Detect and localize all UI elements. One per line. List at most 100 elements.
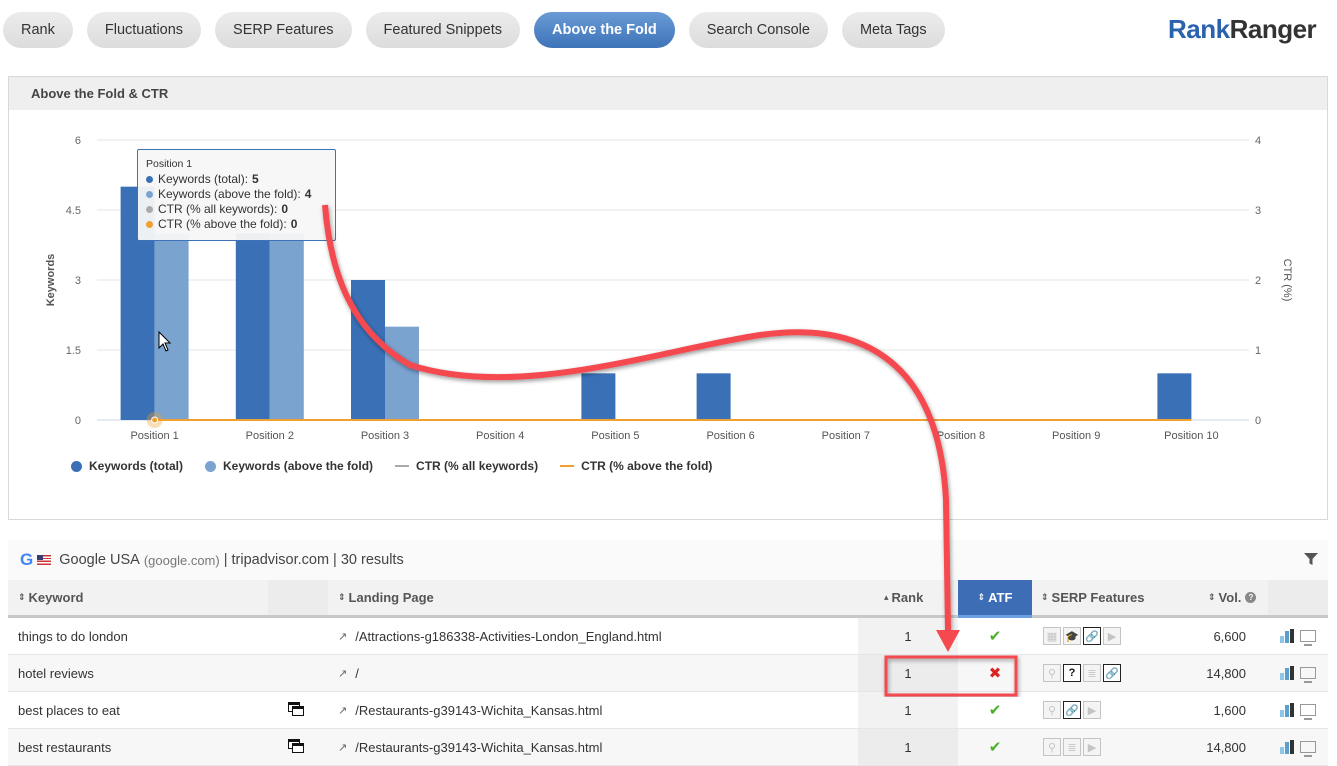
video-icon[interactable]: ▶	[1083, 701, 1101, 719]
desktop-icon[interactable]	[1300, 667, 1316, 683]
legend-item-keywords-atf[interactable]: Keywords (above the fold)	[205, 459, 373, 473]
atf-cell: ✔	[958, 729, 1032, 765]
column-serp-features[interactable]: ⇕ SERP Features	[1041, 580, 1145, 615]
bar-chart-icon[interactable]	[1280, 629, 1294, 643]
tooltip-label: CTR (% all keywords):	[158, 202, 278, 216]
bar-chart-icon[interactable]	[1280, 740, 1294, 754]
link-icon[interactable]: 🔗	[1103, 664, 1121, 682]
legend-item-keywords-total[interactable]: Keywords (total)	[71, 459, 183, 473]
table-row[interactable]: best restaurants ↗ /Restaurants-g39143-Wi…	[8, 729, 1328, 766]
column-keyword[interactable]: ⇕ Keyword	[18, 580, 83, 615]
education-icon[interactable]: 🎓	[1063, 627, 1081, 645]
y2-tick-label: 3	[1255, 205, 1261, 217]
tooltip-label: Keywords (above the fold):	[158, 187, 301, 201]
series-dot-icon	[146, 191, 153, 198]
sort-icon: ⇕	[1208, 592, 1216, 602]
tab-fluctuations[interactable]: Fluctuations	[86, 12, 202, 48]
column-landing-page[interactable]: ⇕ Landing Page	[338, 580, 434, 615]
question-icon[interactable]: ?	[1063, 664, 1081, 682]
sort-asc-icon: ▴	[884, 592, 889, 602]
map-pin-icon[interactable]: ⚲	[1043, 664, 1061, 682]
volume-cell: 14,800	[1168, 655, 1246, 691]
duplicate-cell	[288, 692, 306, 728]
link-icon[interactable]: 🔗	[1083, 627, 1101, 645]
duplicate-pages-icon[interactable]	[288, 702, 306, 718]
volume-cell: 6,600	[1168, 618, 1246, 654]
tab-serp-features[interactable]: SERP Features	[215, 12, 352, 48]
column-atf[interactable]: ⇕ ATF	[958, 580, 1032, 618]
image-pack-icon[interactable]: ▦	[1043, 627, 1061, 645]
keyword-text: best restaurants	[18, 739, 112, 755]
external-link-icon[interactable]: ↗	[338, 704, 347, 717]
landing-page-link[interactable]: /Restaurants-g39143-Wichita_Kansas.html	[355, 703, 602, 718]
keyword-cell: things to do london	[18, 618, 128, 654]
column-volume[interactable]: ⇕ Vol.?	[1208, 580, 1257, 615]
legend-item-ctr-all[interactable]: CTR (% all keywords)	[395, 459, 538, 473]
atf-cell: ✔	[958, 692, 1032, 728]
actions-cell	[1280, 729, 1316, 765]
map-pin-icon[interactable]: ⚲	[1043, 701, 1061, 719]
x-tick-label: Position 7	[822, 430, 870, 442]
y-tick-label: 4.5	[66, 205, 81, 217]
tooltip-value: 4	[304, 187, 312, 201]
landing-page-cell: ↗ /Attractions-g186338-Activities-London_…	[338, 618, 662, 654]
news-icon[interactable]: ≣	[1063, 738, 1081, 756]
atf-ctr-chart: 01.534.5601234Keywords CTR (%)Position 1P…	[45, 135, 1293, 442]
volume-value: 14,800	[1206, 665, 1246, 681]
rank-cell: 1	[858, 729, 958, 765]
table-row[interactable]: best places to eat ↗ /Restaurants-g39143-…	[8, 692, 1328, 729]
y-axis-title: Keywords	[45, 254, 57, 307]
landing-page-link[interactable]: /Restaurants-g39143-Wichita_Kansas.html	[355, 740, 602, 755]
table-row[interactable]: hotel reviews ↗/ 1 ✖ ⚲? ≣ 🔗 14,800	[8, 655, 1328, 692]
map-pin-icon[interactable]: ⚲	[1043, 738, 1061, 756]
legend-label: CTR (% above the fold)	[581, 459, 713, 473]
volume-cell: 14,800	[1168, 729, 1246, 765]
desktop-icon[interactable]	[1300, 741, 1316, 757]
bar-chart-icon[interactable]	[1280, 666, 1294, 680]
tooltip-row: Keywords (total): 5	[146, 172, 327, 187]
table-row[interactable]: things to do london ↗ /Attractions-g18633…	[8, 618, 1328, 655]
serp-features-cell: ⚲? ≣ 🔗	[1043, 655, 1123, 691]
external-link-icon[interactable]: ↗	[338, 667, 347, 680]
news-icon[interactable]: ≣	[1083, 664, 1101, 682]
desktop-icon[interactable]	[1300, 630, 1316, 646]
tab-meta-tags[interactable]: Meta Tags	[841, 12, 945, 48]
column-rank[interactable]: ▴ Rank	[884, 580, 923, 615]
video-icon[interactable]: ▶	[1103, 627, 1121, 645]
help-icon[interactable]: ?	[1245, 592, 1257, 603]
legend-line-icon	[560, 465, 575, 467]
x-tick-label: Position 6	[706, 430, 754, 442]
tab-featured-snippets[interactable]: Featured Snippets	[365, 12, 521, 48]
tab-search-console[interactable]: Search Console	[688, 12, 828, 48]
tab-above-the-fold[interactable]: Above the Fold	[534, 12, 675, 48]
filter-icon[interactable]	[1304, 552, 1318, 566]
link-icon[interactable]: 🔗	[1063, 701, 1081, 719]
report-tabs: Rank Fluctuations SERP Features Featured…	[0, 12, 945, 48]
tooltip-label: Keywords (total):	[158, 172, 249, 186]
check-icon: ✔	[988, 628, 1002, 645]
y-tick-label: 3	[75, 275, 81, 287]
landing-page-link[interactable]: /Attractions-g186338-Activities-London_E…	[355, 629, 661, 644]
rank-cell: 1	[858, 618, 958, 654]
rankings-table-panel: G Google USA (google.com) | tripadvisor.…	[8, 540, 1328, 766]
external-link-icon[interactable]: ↗	[338, 630, 347, 643]
y-tick-label: 0	[75, 415, 81, 427]
bar-keywords-total	[696, 373, 731, 420]
check-icon: ✔	[988, 702, 1002, 719]
legend-item-ctr-atf[interactable]: CTR (% above the fold)	[560, 459, 712, 473]
desktop-icon[interactable]	[1300, 704, 1316, 720]
rank-value: 1	[904, 665, 912, 681]
y2-tick-label: 1	[1255, 345, 1261, 357]
bar-chart-icon[interactable]	[1280, 703, 1294, 717]
x-tick-label: Position 1	[130, 430, 178, 442]
duplicate-pages-icon[interactable]	[288, 739, 306, 755]
external-link-icon[interactable]: ↗	[338, 741, 347, 754]
logo-rank: Rank	[1168, 14, 1230, 44]
keyword-cell: best places to eat	[18, 692, 120, 728]
video-icon[interactable]: ▶	[1083, 738, 1101, 756]
landing-page-link[interactable]: /	[355, 666, 359, 681]
tab-rank[interactable]: Rank	[3, 12, 73, 48]
volume-value: 1,600	[1213, 702, 1246, 718]
table-body: things to do london ↗ /Attractions-g18633…	[8, 618, 1328, 766]
landing-page-cell: ↗ /Restaurants-g39143-Wichita_Kansas.html	[338, 729, 602, 765]
